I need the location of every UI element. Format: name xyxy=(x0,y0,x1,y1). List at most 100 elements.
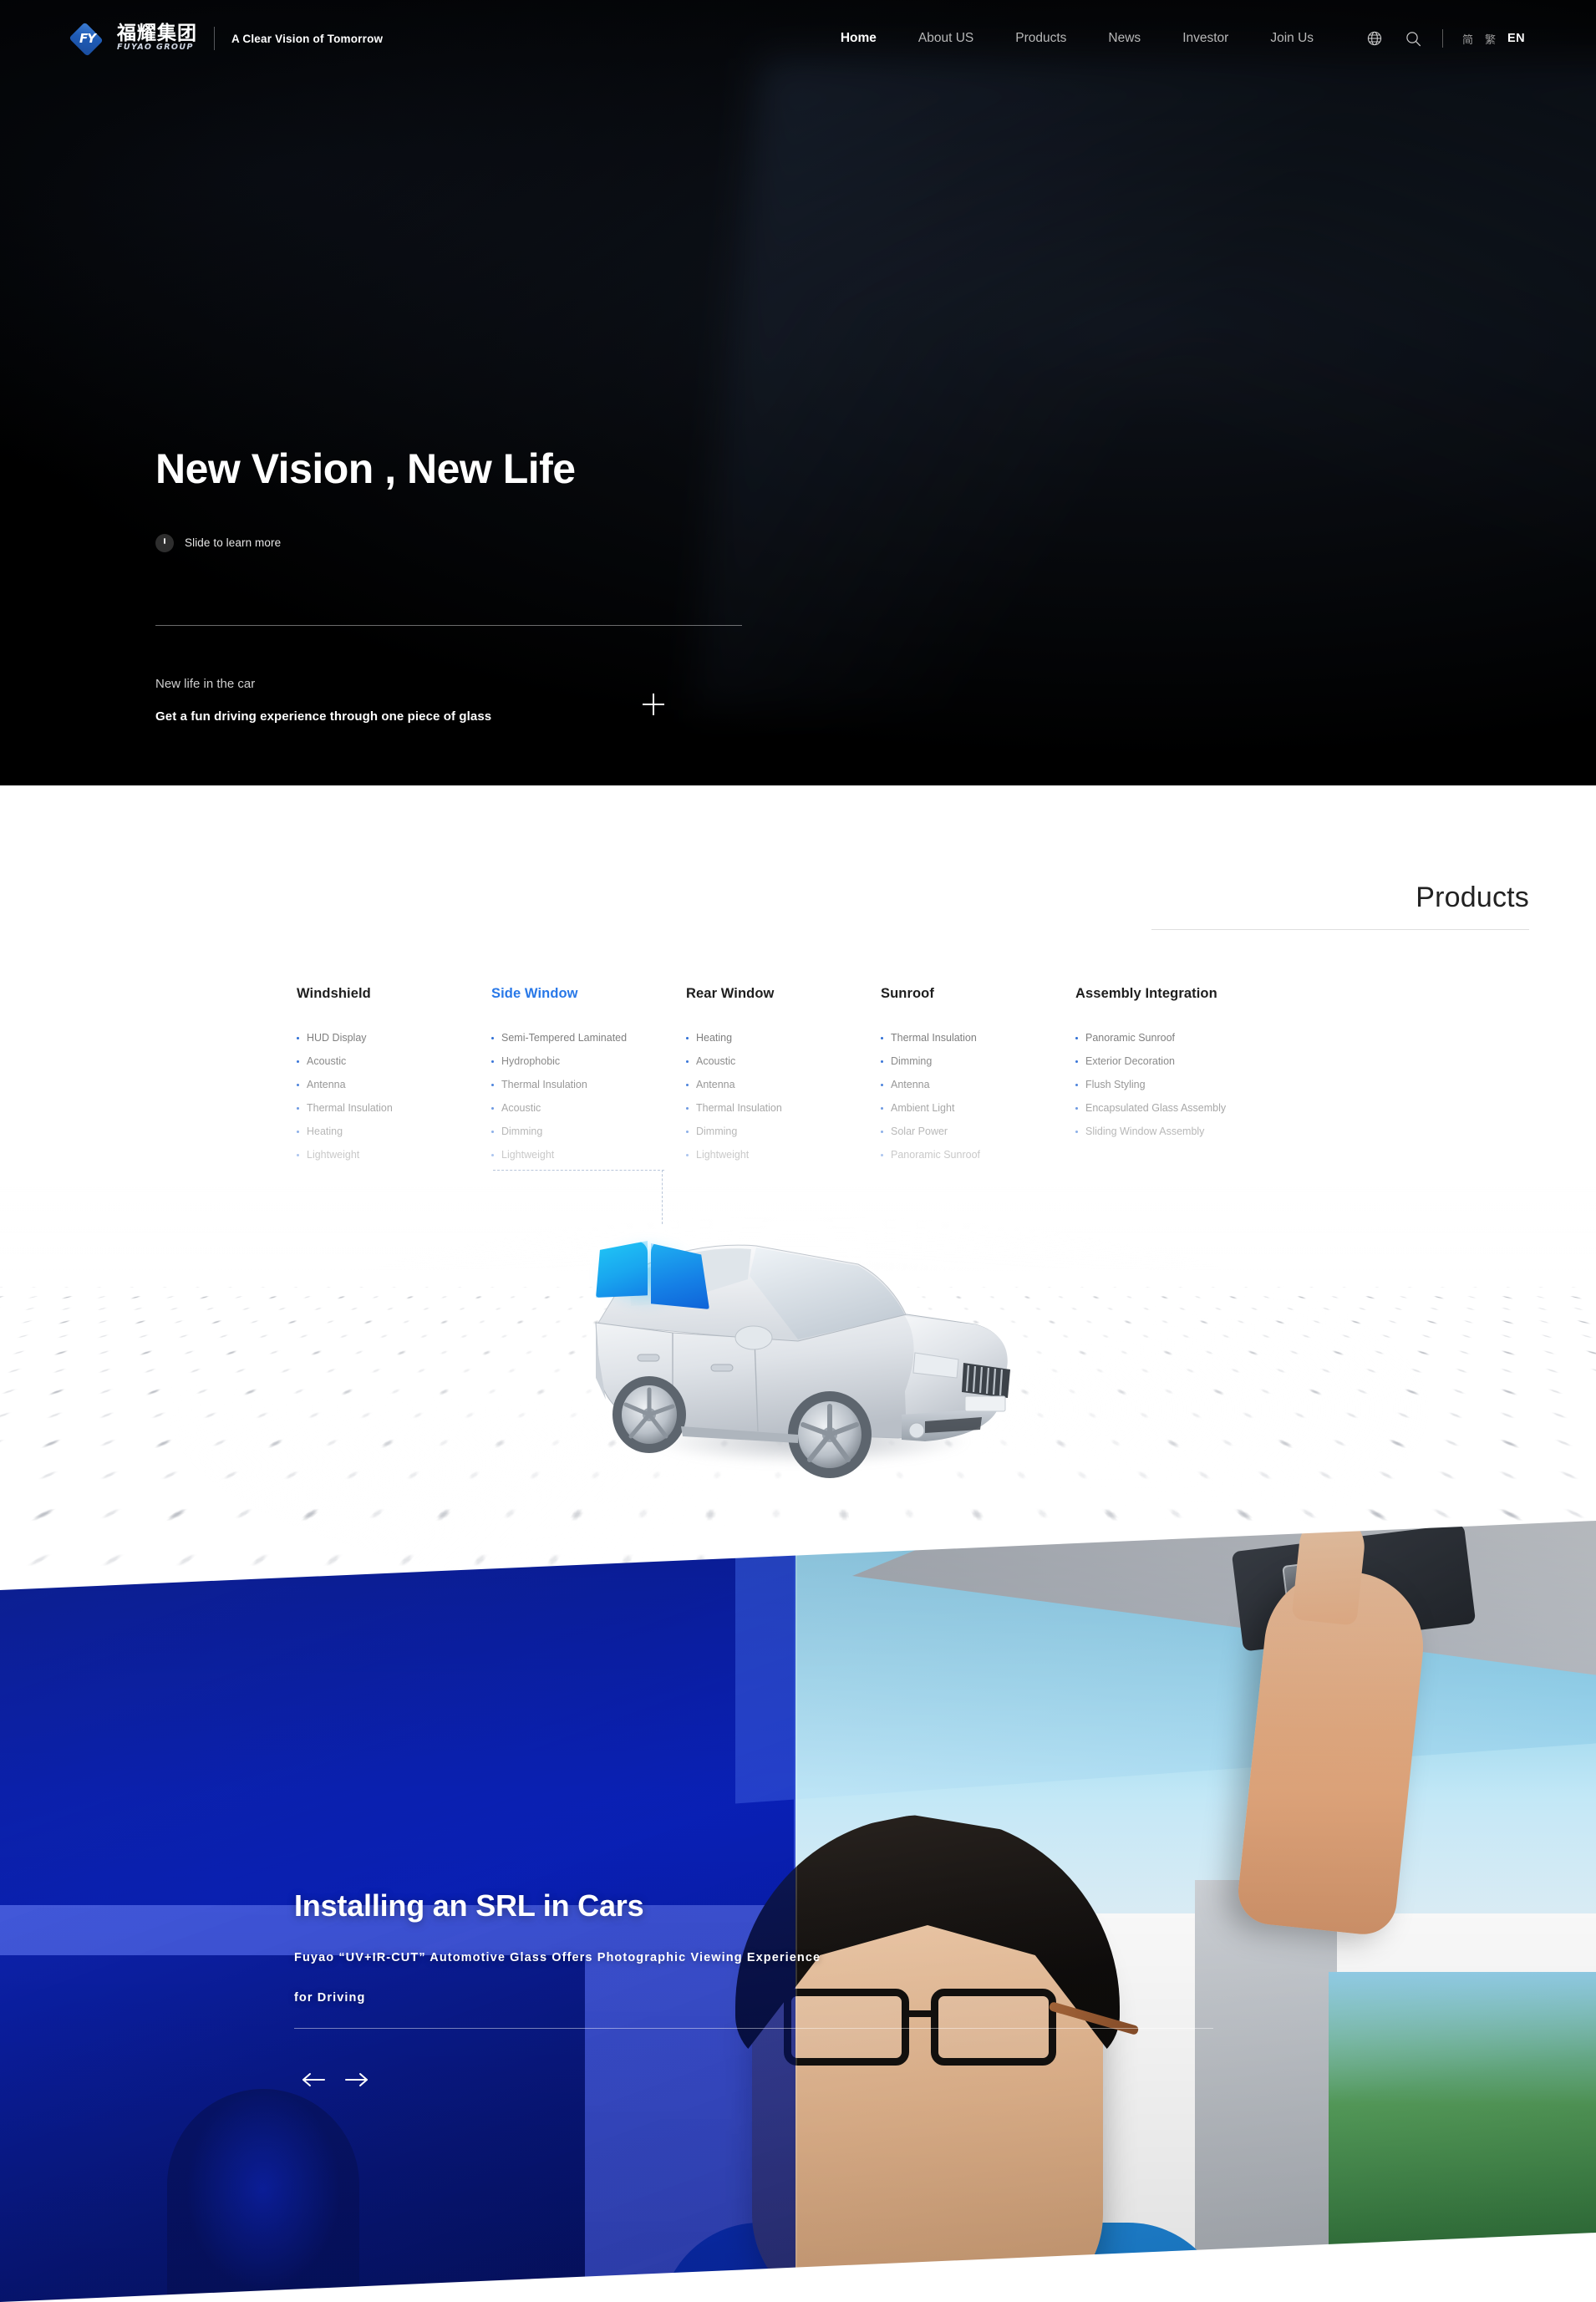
product-column-title: Rear Window xyxy=(686,986,775,1001)
bullet-icon xyxy=(491,1037,494,1039)
bullet-icon xyxy=(297,1037,299,1039)
hero-divider xyxy=(155,625,742,626)
hero-glass-glare xyxy=(693,58,1596,710)
srl-subtitle-line1: Fuyao “UV+IR-CUT” Automotive Glass Offer… xyxy=(294,1951,821,1964)
nav-links: Home About US Products News Investor Joi… xyxy=(820,31,1334,46)
product-column-title: Sunroof xyxy=(881,986,934,1001)
bullet-icon xyxy=(686,1060,689,1063)
bullet-icon xyxy=(297,1131,299,1133)
nav-item-join-us[interactable]: Join Us xyxy=(1249,31,1334,46)
products-title-underline xyxy=(1151,929,1529,930)
srl-divider xyxy=(294,2028,1213,2029)
bullet-icon xyxy=(881,1037,883,1039)
feature-item: Panoramic Sunroof xyxy=(1075,1031,1270,1045)
bullet-icon xyxy=(686,1107,689,1110)
side-window-connector-line xyxy=(493,1170,664,1171)
scroll-hint[interactable]: Slide to learn more xyxy=(155,533,576,552)
srl-title: Installing an SRL in Cars xyxy=(294,1888,644,1923)
bullet-icon xyxy=(491,1107,494,1110)
bullet-icon xyxy=(881,1131,883,1133)
nav-item-about-us[interactable]: About US xyxy=(897,31,994,46)
feature-item: Thermal Insulation xyxy=(297,1101,491,1115)
feature-item: Flush Styling xyxy=(1075,1078,1270,1092)
globe-icon[interactable] xyxy=(1362,26,1387,51)
feature-item: Thermal Insulation xyxy=(491,1078,686,1092)
carousel-next-arrow-icon[interactable] xyxy=(338,2066,376,2094)
feature-item: Dimming xyxy=(491,1125,686,1139)
bullet-icon xyxy=(491,1154,494,1156)
nav-item-investor[interactable]: Investor xyxy=(1161,31,1249,46)
logo-english-name: FUYAO GROUP xyxy=(117,43,194,52)
product-column-title: Windshield xyxy=(297,986,371,1001)
bullet-icon xyxy=(686,1131,689,1133)
feature-item: Solar Power xyxy=(881,1125,1075,1139)
product-column-title: Assembly Integration xyxy=(1075,986,1217,1001)
hero-title: New Vision , New Life xyxy=(155,445,576,492)
bullet-icon xyxy=(1075,1107,1078,1110)
bullet-icon xyxy=(686,1084,689,1086)
feature-item: Dimming xyxy=(686,1125,881,1139)
side-window-highlight xyxy=(596,1239,709,1313)
product-column-assembly-integration[interactable]: Assembly Integration Panoramic Sunroof E… xyxy=(1075,986,1270,1171)
bullet-icon xyxy=(297,1084,299,1086)
bullet-icon xyxy=(491,1084,494,1086)
bullet-icon xyxy=(881,1154,883,1156)
lang-english[interactable]: EN xyxy=(1502,32,1531,45)
nav-tool-divider xyxy=(1442,29,1444,48)
scroll-hint-label: Slide to learn more xyxy=(185,536,282,549)
srl-banner-section: Installing an SRL in Cars Fuyao “UV+IR-C… xyxy=(0,1521,1596,2302)
feature-item: Antenna xyxy=(686,1078,881,1092)
lang-traditional-chinese[interactable]: 繁 xyxy=(1479,31,1502,47)
product-column-title: Side Window xyxy=(491,986,578,1001)
product-columns: Windshield HUD Display Acoustic Antenna … xyxy=(297,986,1383,1171)
feature-item: Hydrophobic xyxy=(491,1054,686,1069)
feature-item: Heating xyxy=(297,1125,491,1139)
language-switcher: 简 繁 EN xyxy=(1456,31,1531,47)
feature-item: Heating xyxy=(686,1031,881,1045)
carousel-prev-arrow-icon[interactable] xyxy=(294,2066,333,2094)
hero-copy: New Vision , New Life Slide to learn mor… xyxy=(155,447,576,552)
feature-item: Lightweight xyxy=(297,1148,491,1162)
bullet-icon xyxy=(1075,1084,1078,1086)
bullet-icon xyxy=(1075,1060,1078,1063)
bullet-icon xyxy=(297,1154,299,1156)
logo-glyph-text: FY xyxy=(79,31,96,46)
nav-item-home[interactable]: Home xyxy=(820,31,897,46)
brand-tagline: A Clear Vision of Tomorrow xyxy=(231,32,384,45)
bullet-icon xyxy=(881,1084,883,1086)
product-column-windshield[interactable]: Windshield HUD Display Acoustic Antenna … xyxy=(297,986,491,1171)
products-section: Products Windshield HUD Display Acoustic… xyxy=(0,785,1596,1621)
hero-kicker: New life in the car xyxy=(155,677,256,691)
feature-item: Thermal Insulation xyxy=(686,1101,881,1115)
car-illustration-scene xyxy=(0,1187,1596,1571)
feature-item: Antenna xyxy=(297,1078,491,1092)
feature-item: Thermal Insulation xyxy=(881,1031,1075,1045)
feature-item: Encapsulated Glass Assembly xyxy=(1075,1101,1270,1115)
srl-subtitle-line2: for Driving xyxy=(294,1991,366,2005)
car-3d-render xyxy=(547,1199,1057,1500)
hero-expand-plus-icon[interactable] xyxy=(643,694,664,715)
product-column-side-window[interactable]: Side Window Semi-Tempered Laminated Hydr… xyxy=(491,986,686,1171)
feature-item: Ambient Light xyxy=(881,1101,1075,1115)
lang-simplified-chinese[interactable]: 简 xyxy=(1456,31,1479,47)
feature-item: Sliding Window Assembly xyxy=(1075,1125,1270,1139)
feature-item: HUD Display xyxy=(297,1031,491,1045)
bullet-icon xyxy=(297,1060,299,1063)
brand-logo[interactable]: FY 福耀集团 FUYAO GROUP A Clear Vision of To… xyxy=(67,22,384,57)
bullet-icon xyxy=(686,1154,689,1156)
feature-item: Lightweight xyxy=(686,1148,881,1162)
product-column-rear-window[interactable]: Rear Window Heating Acoustic Antenna The… xyxy=(686,986,881,1171)
feature-item: Panoramic Sunroof xyxy=(881,1148,1075,1162)
feature-item: Acoustic xyxy=(686,1054,881,1069)
bullet-icon xyxy=(297,1107,299,1110)
search-icon[interactable] xyxy=(1400,26,1426,51)
bullet-icon xyxy=(881,1060,883,1063)
nav-item-products[interactable]: Products xyxy=(994,31,1087,46)
hero-section xyxy=(0,0,1596,865)
product-column-sunroof[interactable]: Sunroof Thermal Insulation Dimming Anten… xyxy=(881,986,1075,1171)
feature-item: Acoustic xyxy=(297,1054,491,1069)
feature-item: Acoustic xyxy=(491,1101,686,1115)
nav-item-news[interactable]: News xyxy=(1087,31,1161,46)
fuyao-logo-icon: FY xyxy=(67,22,109,57)
feature-item: Semi-Tempered Laminated xyxy=(491,1031,686,1045)
